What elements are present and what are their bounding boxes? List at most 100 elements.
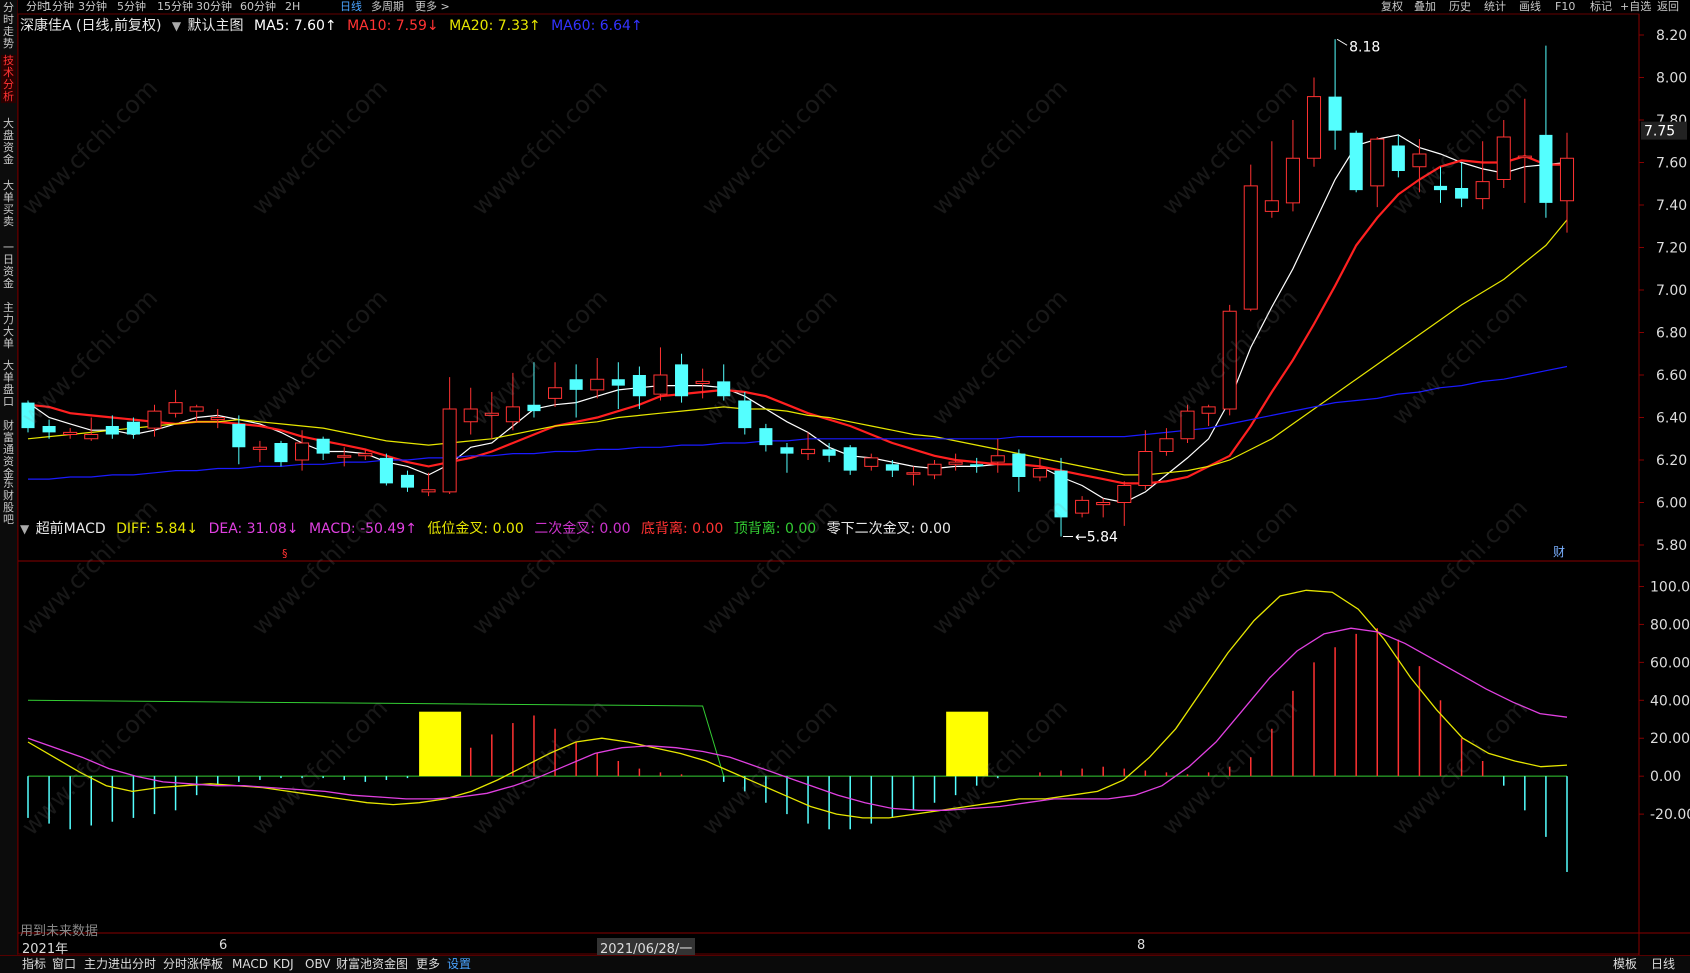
price-axis-label: 5.80 (1656, 538, 1687, 554)
price-axis-label: 7.00 (1656, 283, 1687, 299)
candle-body-up (695, 380, 710, 384)
candle-body-up (1201, 406, 1216, 414)
candle-body-up (1496, 136, 1511, 180)
candle-body-up (1370, 138, 1385, 187)
candle-body-up (442, 408, 457, 493)
candle-body-up (948, 461, 963, 465)
watermark: www.cfchi.com (16, 694, 163, 841)
bottom-tab-3[interactable]: 分时涨停板 (163, 956, 223, 973)
watermark: www.cfchi.com (466, 694, 613, 841)
price-axis-label: 7.60 (1656, 156, 1687, 172)
macd-axis-label: 20.00 (1650, 731, 1690, 747)
bottom-tab-4[interactable]: MACD (232, 956, 268, 973)
bottom-tab-8[interactable]: 更多 (416, 956, 440, 973)
candle-body-down (780, 447, 794, 454)
bottom-right-tab-0[interactable]: 模板 (1613, 956, 1637, 973)
macd-axis-label: -20.00 (1650, 807, 1690, 823)
macd-axis-label: 80.00 (1650, 617, 1690, 633)
candle-body-up (864, 457, 879, 467)
candle-body-up (210, 417, 225, 421)
candle-body-up (548, 387, 563, 399)
candle-body-down (1539, 134, 1553, 203)
candle-body-up (1264, 200, 1279, 212)
watermark: www.cfchi.com (926, 284, 1073, 431)
watermark: www.cfchi.com (16, 74, 163, 221)
cai-marker: 财 (1553, 545, 1565, 559)
watermark: www.cfchi.com (926, 494, 1073, 641)
watermark: www.cfchi.com (696, 74, 843, 221)
watermark: www.cfchi.com (696, 694, 843, 841)
candle-body-down (632, 375, 646, 397)
bottom-toolbar: 指标 窗口 主力进出分时 分时涨停板 MACD KDJ OBV 财富池资金图 更多 设置 模板 日线 (0, 955, 1690, 973)
candle-body-down (126, 421, 140, 435)
candle-body-down (274, 443, 288, 463)
candle-body-up (590, 378, 605, 391)
watermark: www.cfchi.com (466, 494, 613, 641)
candle-body-down (1391, 145, 1405, 171)
price-axis-label: 6.40 (1656, 411, 1687, 427)
candle-body-up (168, 402, 183, 414)
bottom-tab-1[interactable]: 窗口 (52, 956, 76, 973)
candle-body-down (843, 447, 857, 471)
high-pointer (1336, 38, 1348, 46)
watermark: www.cfchi.com (696, 284, 843, 431)
candle-body-down (105, 426, 119, 435)
bottom-tab-0[interactable]: 指标 (22, 956, 46, 973)
stock-chart[interactable]: 8.208.007.807.607.407.207.006.806.606.40… (0, 0, 1690, 955)
watermark: www.cfchi.com (246, 284, 393, 431)
bottom-tab-7[interactable]: 财富池资金图 (336, 956, 408, 973)
candle-body-up (84, 434, 99, 440)
candle-body-up (1559, 157, 1575, 202)
bottom-tab-9[interactable]: 设置 (447, 956, 471, 973)
candle-body-down (822, 449, 836, 456)
candle-body-down (759, 428, 773, 446)
candle-body-up (1075, 499, 1090, 514)
bottom-tab-6[interactable]: OBV (305, 956, 331, 973)
candle-body-up (358, 453, 373, 457)
watermark: www.cfchi.com (1156, 694, 1303, 841)
candle-body-down (316, 438, 330, 454)
candle-body-up (1475, 181, 1490, 200)
candle-body-up (421, 489, 436, 493)
bottom-right-tab-1[interactable]: 日线 (1651, 956, 1675, 973)
future-data-note: 用到未来数据 (20, 924, 99, 939)
candle-body-down (379, 457, 393, 484)
price-axis-label: 7.20 (1656, 241, 1687, 257)
candle-body-up (1117, 485, 1132, 503)
candle-body-up (252, 446, 267, 450)
macd-axis-label: 0.00 (1650, 769, 1681, 785)
current-price-label: 7.75 (1644, 124, 1675, 140)
watermark: www.cfchi.com (246, 694, 393, 841)
watermark: www.cfchi.com (1386, 494, 1533, 641)
watermark: www.cfchi.com (1386, 74, 1533, 221)
candle-body-down (885, 464, 899, 471)
bottom-tab-5[interactable]: KDJ (273, 956, 294, 973)
watermark: www.cfchi.com (1156, 494, 1303, 641)
price-axis-label: 6.00 (1656, 496, 1687, 512)
candle-body-up (801, 448, 816, 455)
high-annotation: 8.18 (1349, 39, 1380, 55)
candle-body-up (906, 472, 921, 475)
watermark: www.cfchi.com (1386, 694, 1533, 841)
candle-body-up (1517, 155, 1532, 159)
candle-body-down (527, 404, 541, 412)
candle-body-up (337, 455, 352, 458)
bottom-tab-2[interactable]: 主力进出分时 (84, 956, 156, 973)
candle-body-up (990, 455, 1005, 463)
candle-body-up (63, 431, 78, 435)
candle-body-up (505, 406, 520, 423)
watermark: www.cfchi.com (466, 74, 613, 221)
watermark: www.cfchi.com (926, 74, 1073, 221)
candle-body-down (611, 379, 625, 386)
watermark: www.cfchi.com (696, 494, 843, 641)
macd-axis-label: 40.00 (1650, 693, 1690, 709)
candle-body-down (569, 379, 583, 390)
x-label-august: 8 (1137, 938, 1146, 953)
candle-body-up (147, 410, 162, 429)
candle-body-up (927, 463, 942, 476)
candle-body-down (42, 426, 56, 433)
price-axis-label: 7.40 (1656, 198, 1687, 214)
candle-body-up (295, 442, 310, 461)
candle-body-down (400, 474, 415, 488)
x-label-june: 6 (219, 938, 228, 953)
